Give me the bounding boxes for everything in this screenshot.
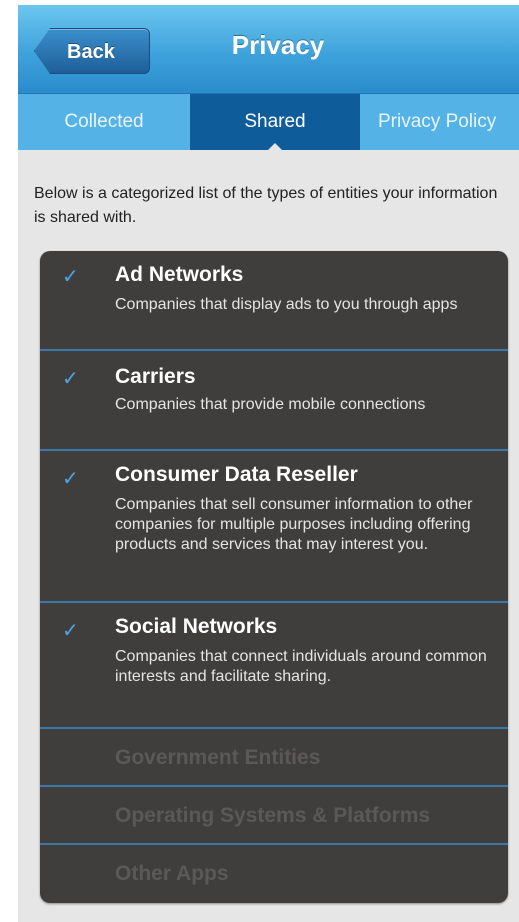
list-item-ad-networks[interactable]: ✓ Ad Networks Companies that display ads… (40, 251, 508, 351)
back-button[interactable]: Back (34, 28, 150, 74)
checkmark-icon: ✓ (62, 468, 79, 490)
checkmark-icon: ✓ (62, 266, 79, 288)
selected-tab-caret-icon (266, 143, 284, 152)
tab-bar: Collected Shared Privacy Policy (18, 94, 519, 150)
list-item-heading: Government Entities (115, 746, 321, 769)
tab-privacy-policy[interactable]: Privacy Policy (360, 94, 519, 150)
list-item-operating-systems-platforms[interactable]: Operating Systems & Platforms (40, 787, 508, 845)
app-screen: Back Privacy Collected Shared Privacy Po… (18, 5, 519, 922)
page-title: Privacy (231, 30, 325, 60)
list-item-government-entities[interactable]: Government Entities (40, 729, 508, 787)
checkmark-icon: ✓ (62, 620, 79, 642)
list-item-description: Companies that provide mobile connection… (115, 396, 426, 413)
list-item-description: Companies that sell consumer information… (115, 496, 473, 553)
list-item-description: Companies that display ads to you throug… (115, 296, 458, 313)
list-item-heading: Other Apps (115, 862, 229, 885)
list-item-carriers[interactable]: ✓ Carriers Companies that provide mobile… (40, 351, 508, 451)
list-item-heading: Social Networks (115, 615, 278, 638)
list-item-description: Companies that connect individuals aroun… (115, 648, 487, 685)
list-item-social-networks[interactable]: ✓ Social Networks Companies that connect… (40, 603, 508, 729)
tab-shared[interactable]: Shared (190, 94, 360, 150)
back-button-label: Back (67, 41, 115, 63)
intro-text: Below is a categorized list of the types… (34, 185, 498, 226)
tab-collected[interactable]: Collected (18, 94, 190, 150)
checkmark-icon: ✓ (62, 368, 79, 390)
list-item-heading: Carriers (115, 365, 196, 388)
list-item-other-apps[interactable]: Other Apps (40, 845, 508, 903)
entity-list: ✓ Ad Networks Companies that display ads… (40, 251, 508, 903)
list-item-heading: Ad Networks (115, 263, 244, 286)
nav-bar: Back Privacy (18, 5, 519, 94)
list-item-consumer-data-reseller[interactable]: ✓ Consumer Data Reseller Companies that … (40, 451, 508, 603)
list-item-heading: Operating Systems & Platforms (115, 804, 431, 827)
list-item-heading: Consumer Data Reseller (115, 463, 358, 486)
